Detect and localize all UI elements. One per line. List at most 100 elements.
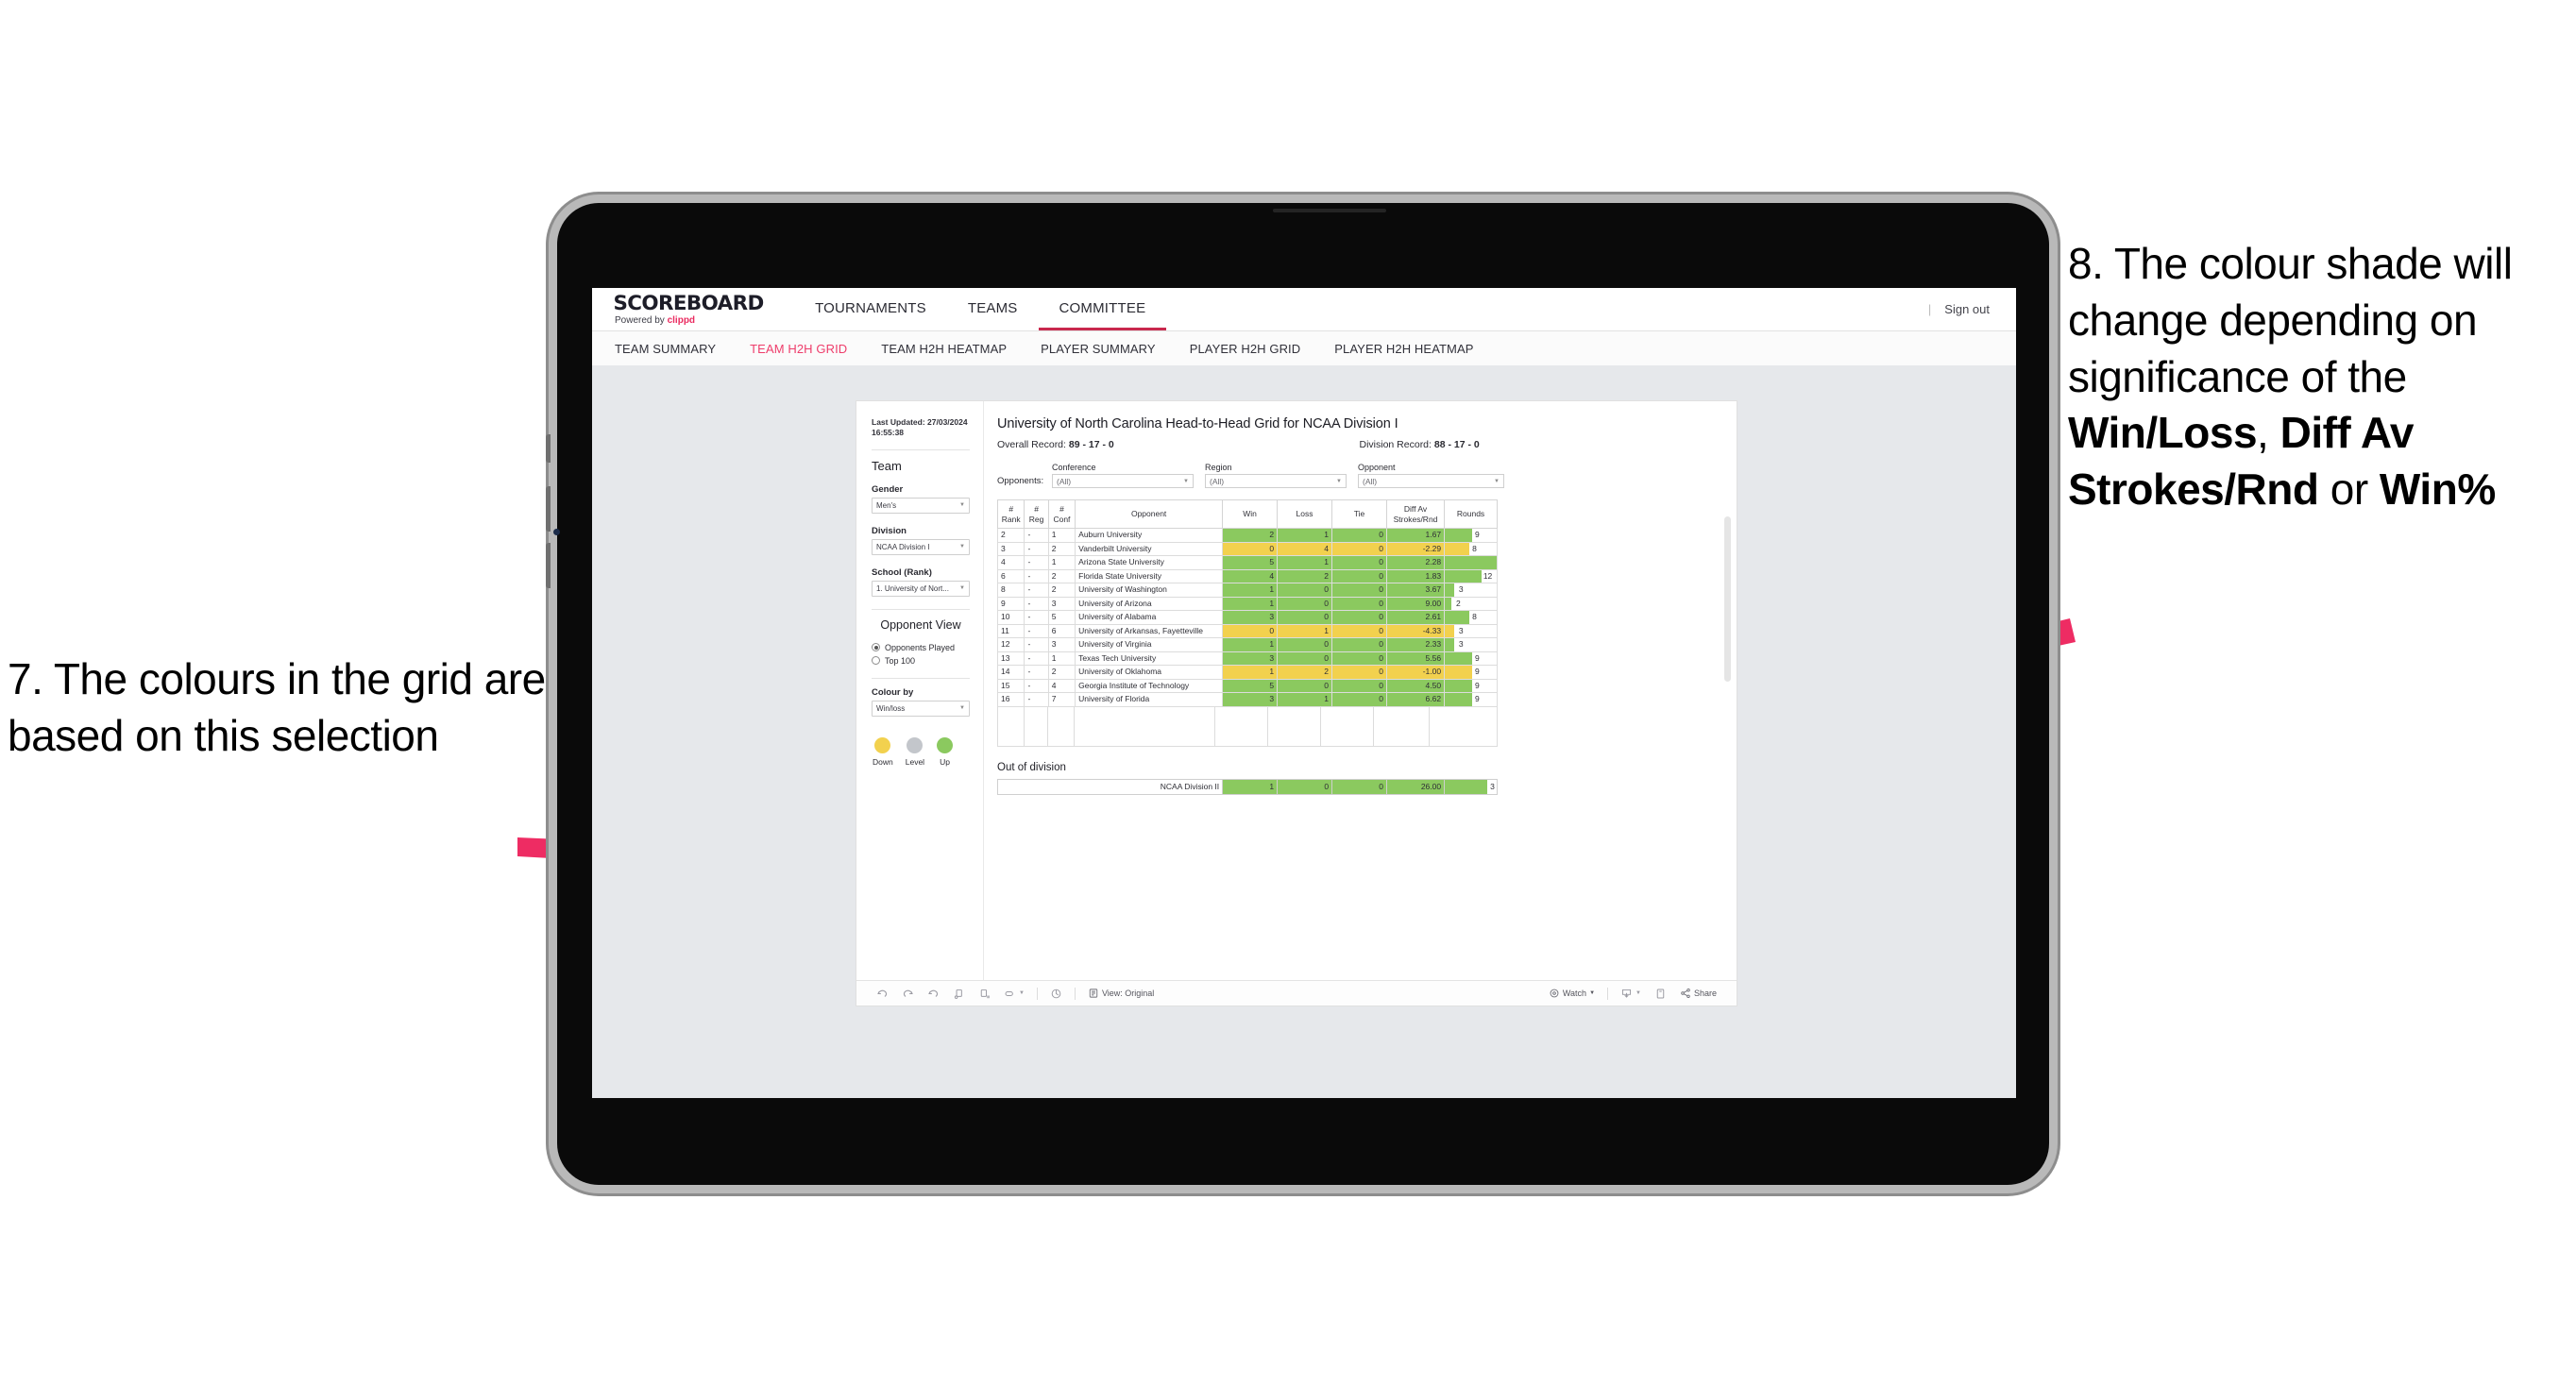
view-original-button[interactable]: View: Original [1081, 988, 1161, 999]
colour-by-label: Colour by [872, 686, 914, 698]
table-row[interactable]: 14-2 University of Oklahoma 1 2 0 -1.00 9 [996, 665, 1498, 680]
col-diff[interactable]: Diff Av Strokes/Rnd [1385, 499, 1446, 530]
highlight-icon[interactable]: ▼ [997, 988, 1031, 1000]
table-row[interactable]: 2-1 Auburn University 2 1 0 1.67 9 [996, 528, 1498, 543]
grid-vertical-scrollbar[interactable] [1724, 516, 1731, 682]
cell-tie: 0 [1331, 555, 1387, 570]
cell-conf: 6 [1047, 623, 1076, 639]
cell-rank: 12 [996, 637, 1025, 652]
refresh-data-icon[interactable] [1043, 988, 1069, 1000]
table-row[interactable]: 8-2 University of Washington 1 0 0 3.67 3 [996, 583, 1498, 598]
fullscreen-icon[interactable] [1648, 988, 1673, 1000]
region-select[interactable]: (All) ▼ [1205, 474, 1347, 488]
table-row[interactable]: 4-1Arizona State University5102.2817 [996, 555, 1498, 570]
device-volume-down-button[interactable] [546, 543, 551, 588]
brand-logo[interactable]: SCOREBOARD Powered by clippd [592, 293, 794, 326]
brand-powered-prefix: Powered by [615, 314, 668, 326]
cell-win: 5 [1222, 678, 1279, 694]
tab-player-h2h-heatmap[interactable]: PLAYER H2H HEATMAP [1317, 342, 1490, 356]
cell-reg: - [1024, 623, 1049, 639]
download-icon[interactable]: ▼ [1614, 988, 1648, 1000]
rounds-bar [1445, 666, 1473, 679]
revert-icon[interactable] [921, 988, 946, 1000]
sign-out-link[interactable]: Sign out [1944, 302, 1990, 316]
cell-conf: 1 [1047, 651, 1076, 667]
toolbar-divider [1036, 987, 1038, 1000]
table-row[interactable]: 15-4 Georgia Institute of Technology 5 0 0 4.… [996, 678, 1498, 694]
school-select[interactable]: 1. University of Nort... ▼ [872, 580, 970, 597]
col-tie[interactable]: Tie [1331, 499, 1387, 530]
legend-label-level: Level [905, 756, 925, 767]
tab-player-h2h-grid[interactable]: PLAYER H2H GRID [1173, 342, 1318, 356]
cell-tie: 0 [1331, 692, 1387, 707]
out-of-division-row[interactable]: NCAA Division II 1 0 0 26.00 3 [996, 778, 1498, 795]
col-opponent[interactable]: Opponent [1075, 499, 1224, 530]
rounds-value: 12 [1483, 570, 1493, 581]
table-row[interactable]: 10-5 University of Alabama 3 0 0 2.61 8 [996, 610, 1498, 625]
cell-win: 1 [1222, 665, 1279, 680]
chevron-down-icon: ▼ [959, 705, 965, 712]
divider [872, 448, 970, 450]
col-win[interactable]: Win [1222, 499, 1279, 530]
opponent-select[interactable]: (All) ▼ [1358, 474, 1504, 488]
rounds-bar [1445, 598, 1451, 610]
table-row[interactable]: 13-1 Texas Tech University 3 0 0 5.56 9 [996, 651, 1498, 667]
tab-team-h2h-heatmap[interactable]: TEAM H2H HEATMAP [864, 342, 1024, 356]
table-row[interactable]: 12-3 University of Virginia 1 0 0 2.33 3 [996, 637, 1498, 652]
table-row[interactable]: 9-3 University of Arizona 1 0 0 9.00 2 [996, 596, 1498, 612]
table-row[interactable]: 6-2 Florida State University 4 2 0 1.83 12 [996, 568, 1498, 584]
col-loss[interactable]: Loss [1277, 499, 1333, 530]
col-reg[interactable]: # Reg [1024, 499, 1049, 530]
rounds-bar [1445, 556, 1497, 569]
conference-select[interactable]: (All) ▼ [1052, 474, 1194, 488]
colour-by-select[interactable]: Win/loss ▼ [872, 700, 970, 717]
table-row[interactable]: 11-6 University of Arkansas, Fayetteville… [996, 623, 1498, 639]
cell-conf: 2 [1047, 665, 1076, 680]
cell-rank: 15 [996, 678, 1025, 694]
chevron-down-icon: ▼ [1183, 478, 1189, 484]
share-button[interactable]: Share [1673, 988, 1723, 999]
watch-label: Watch [1562, 989, 1587, 998]
col-rank[interactable]: # Rank [996, 499, 1025, 530]
nav-item-committee[interactable]: COMMITTEE [1038, 288, 1167, 330]
undo-icon[interactable] [870, 988, 895, 1000]
viz-toolbar: ▼ View: Original Watch ▼ ▼ Share [856, 980, 1737, 1006]
tab-team-h2h-grid[interactable]: TEAM H2H GRID [733, 342, 864, 356]
rounds-value: 3 [1458, 625, 1464, 635]
cell-win: 3 [1222, 692, 1279, 707]
colour-by-value: Win/loss [876, 703, 906, 713]
table-row[interactable]: 16-7 University of Florida 3 1 0 6.62 9 [996, 692, 1498, 707]
watch-button[interactable]: Watch ▼ [1542, 988, 1602, 999]
device-volume-up-button[interactable] [546, 486, 551, 532]
rounds-bar [1445, 570, 1483, 583]
radio-top-100[interactable]: Top 100 [872, 656, 970, 666]
tab-team-summary[interactable]: TEAM SUMMARY [615, 342, 733, 356]
cell-rank: 10 [996, 610, 1025, 625]
brand-powered-name: clippd [667, 314, 696, 326]
pause-auto-update-icon[interactable] [946, 988, 972, 1000]
redo-icon[interactable] [895, 988, 921, 1000]
nav-item-teams[interactable]: TEAMS [947, 288, 1039, 330]
view-label: View: Original [1101, 989, 1155, 998]
cell-rank: 3 [996, 541, 1025, 557]
cell-reg: - [1024, 678, 1049, 694]
cell-diff: 1.67 [1385, 528, 1446, 543]
col-conf[interactable]: # Conf [1047, 499, 1076, 530]
tab-player-summary[interactable]: PLAYER SUMMARY [1024, 342, 1173, 356]
table-row[interactable]: 3-2 Vanderbilt University 0 4 0 -2.29 8 [996, 541, 1498, 557]
chevron-down-icon: ▼ [1494, 478, 1500, 484]
annotation-right-bold-winpct: Win% [2379, 465, 2496, 515]
division-select[interactable]: NCAA Division I ▼ [872, 538, 970, 555]
gender-select[interactable]: Men's ▼ [872, 497, 970, 514]
cell-reg: - [1024, 541, 1049, 557]
annotation-right: 8. The colour shade will change dependin… [2068, 236, 2576, 518]
cell-tie: 0 [1331, 623, 1387, 639]
cell-conf: 2 [1047, 541, 1076, 557]
rounds-value: 2 [1455, 598, 1461, 608]
nav-item-tournaments[interactable]: TOURNAMENTS [794, 288, 947, 330]
radio-opponents-played[interactable]: Opponents Played [872, 643, 970, 652]
device-power-button[interactable] [546, 434, 551, 463]
resume-auto-update-icon[interactable] [972, 988, 997, 1000]
col-rounds[interactable]: Rounds [1444, 499, 1498, 530]
legend-dot-level [907, 736, 924, 753]
